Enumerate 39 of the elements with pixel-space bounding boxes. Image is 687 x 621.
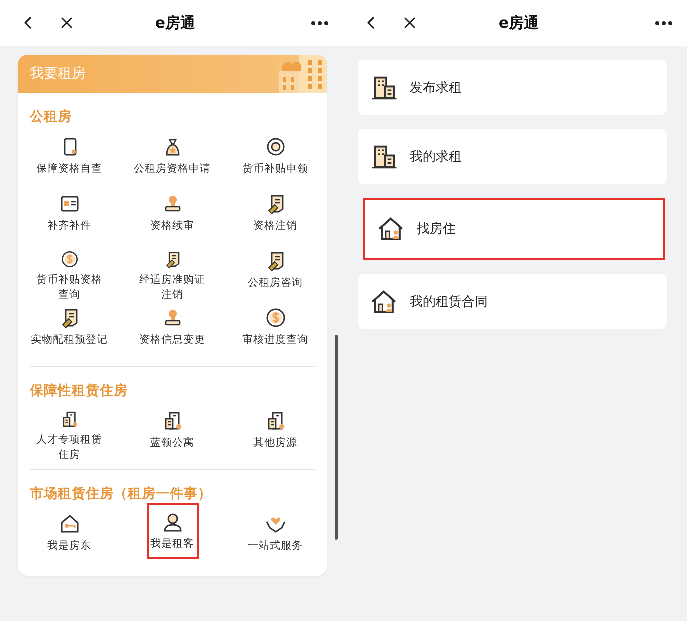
service-item[interactable]: 资格续审	[146, 191, 198, 248]
more-icon	[655, 20, 673, 26]
service-item[interactable]: 一站式服务	[244, 511, 307, 568]
house-icon	[370, 288, 398, 316]
service-item[interactable]: 审核进度查询	[238, 305, 312, 362]
house-key-icon	[58, 513, 80, 535]
service-item[interactable]: 经适房准购证 注销	[136, 248, 210, 305]
house-icon	[377, 215, 405, 243]
section-title: 保障性租赁住房	[28, 382, 129, 401]
service-item[interactable]: 资格信息变更	[136, 305, 210, 362]
service-item[interactable]: 蓝领公寓	[146, 408, 198, 465]
menu-entry[interactable]: 找房住	[363, 198, 665, 260]
menu-entry[interactable]: 发布求租	[358, 60, 667, 115]
service-item[interactable]: 补齐补件	[44, 191, 96, 248]
coin-icon	[264, 136, 286, 158]
banner-title: 我要租房	[30, 65, 86, 83]
person-icon	[162, 511, 184, 533]
service-item[interactable]: 我是租客	[146, 503, 198, 559]
service-item[interactable]: 我是房东	[44, 511, 96, 568]
service-item[interactable]: 保障资格自查	[32, 134, 106, 191]
service-item[interactable]: 货币补贴申领	[238, 134, 312, 191]
service-item[interactable]: 公租房咨询	[244, 248, 307, 305]
more-icon	[311, 20, 329, 26]
service-item[interactable]: 货币补贴资格 查询	[32, 248, 106, 305]
page-title: e房通	[498, 14, 540, 32]
menu-entry[interactable]: 我的求租	[358, 129, 667, 184]
buildings-drawing	[279, 55, 327, 93]
more-button[interactable]	[311, 20, 329, 26]
service-item[interactable]: 公租房资格申请	[130, 134, 215, 191]
service-item[interactable]: 人才专项租赁 住房	[32, 408, 106, 465]
page-title: e房通	[154, 14, 197, 32]
menu-entry[interactable]: 我的租赁合同	[358, 274, 667, 329]
service-item[interactable]: 实物配租预登记	[27, 305, 112, 362]
section-title: 市场租赁住房（租房一件事）	[29, 485, 213, 504]
service-item[interactable]: 资格注销	[250, 191, 302, 248]
more-button[interactable]	[655, 20, 673, 26]
dollar-coin-icon	[264, 307, 286, 329]
section-title: 公租房	[28, 108, 73, 127]
service-item[interactable]: 其他房源	[250, 408, 302, 465]
